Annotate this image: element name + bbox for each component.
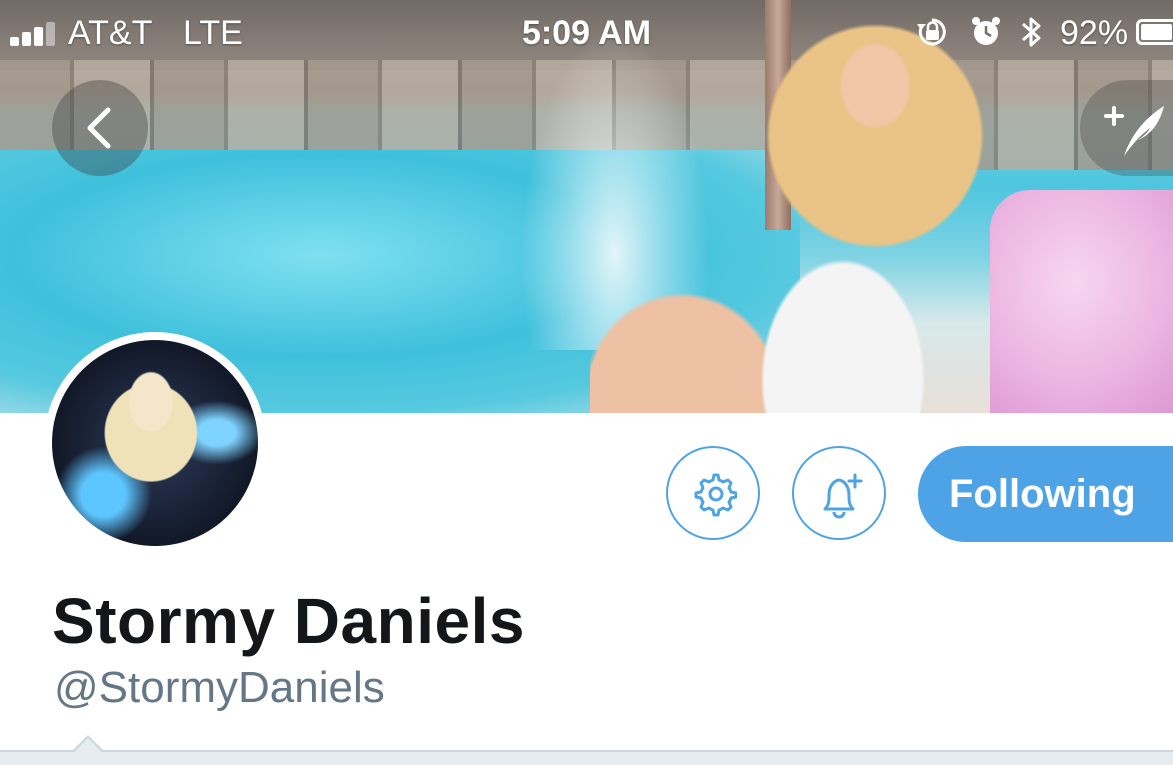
banner-cushion (990, 190, 1173, 413)
avatar-image (52, 340, 258, 546)
back-button[interactable] (52, 80, 148, 176)
notifications-button[interactable] (792, 446, 886, 540)
bluetooth-icon (1019, 12, 1045, 61)
compose-tweet-icon (1104, 106, 1164, 156)
profile-display-name: Stormy Daniels (52, 585, 525, 657)
avatar[interactable] (44, 332, 266, 554)
settings-button[interactable] (666, 446, 760, 540)
profile-handle: @StormyDaniels (54, 663, 385, 712)
tab-pointer (72, 735, 104, 752)
status-bar: AT&T LTE 5:09 AM 92% (0, 0, 1173, 62)
orientation-lock-icon (915, 12, 949, 61)
battery-icon (1136, 19, 1173, 45)
battery-fill (1141, 24, 1172, 40)
chevron-left-icon (87, 107, 111, 149)
alarm-icon (969, 12, 1003, 61)
compose-tweet-button[interactable] (1080, 80, 1173, 176)
banner-figure (590, 10, 1050, 413)
battery-percent: 92% (1060, 14, 1129, 52)
tab-strip (0, 750, 1173, 765)
following-button[interactable]: Following (918, 446, 1173, 542)
gear-icon (694, 473, 737, 517)
bell-plus-icon (823, 473, 863, 519)
